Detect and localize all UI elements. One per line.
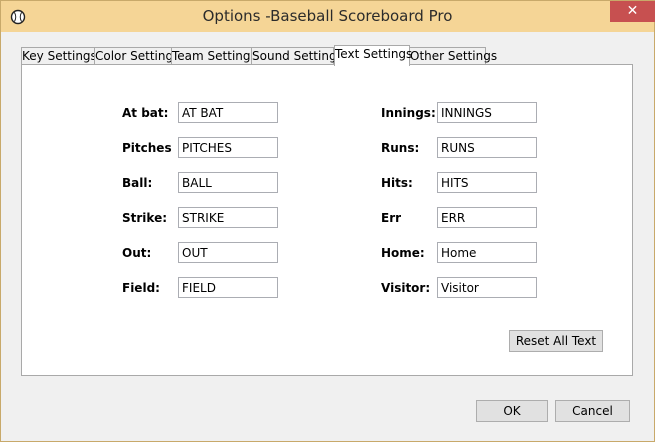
visitor-field[interactable] xyxy=(437,277,537,298)
strike-label: Strike: xyxy=(122,211,168,225)
tab-team-settings[interactable]: Team Settings xyxy=(171,47,257,65)
window-title: Options -Baseball Scoreboard Pro xyxy=(202,7,453,25)
close-button[interactable]: ✕ xyxy=(610,1,655,22)
tab-color-settings[interactable]: Color Settings xyxy=(94,47,179,65)
close-icon: ✕ xyxy=(626,3,639,19)
home-label: Home: xyxy=(381,246,425,260)
innings-label: Innings: xyxy=(381,106,436,120)
ball-label: Ball: xyxy=(122,176,153,190)
hits-field[interactable] xyxy=(437,172,537,193)
visitor-label: Visitor: xyxy=(381,281,431,295)
at-bat-label: At bat: xyxy=(122,106,169,120)
hits-label: Hits: xyxy=(381,176,413,190)
tab-other-settings[interactable]: Other Settings xyxy=(409,47,497,65)
text-settings-panel: At bat: Pitches Ball: Strike: Out: Field… xyxy=(21,64,633,376)
tab-text-settings[interactable]: Text Settings xyxy=(334,45,412,66)
pitches-label: Pitches xyxy=(122,141,172,155)
runs-label: Runs: xyxy=(381,141,420,155)
ok-button[interactable]: OK xyxy=(476,400,548,422)
innings-field[interactable] xyxy=(437,102,537,123)
ball-field[interactable] xyxy=(178,172,278,193)
err-label: Err xyxy=(381,211,402,225)
strike-field[interactable] xyxy=(178,207,278,228)
options-window: Options -Baseball Scoreboard Pro ✕ Key S… xyxy=(0,0,655,442)
out-field[interactable] xyxy=(178,242,278,263)
err-field[interactable] xyxy=(437,207,537,228)
home-field[interactable] xyxy=(437,242,537,263)
cancel-button[interactable]: Cancel xyxy=(555,400,630,422)
tab-sound-settings[interactable]: Sound Settings xyxy=(251,47,343,65)
at-bat-field[interactable] xyxy=(178,102,278,123)
field-label: Field: xyxy=(122,281,160,295)
reset-all-text-button[interactable]: Reset All Text xyxy=(509,330,603,352)
runs-field[interactable] xyxy=(437,137,537,158)
title-bar[interactable]: Options -Baseball Scoreboard Pro ✕ xyxy=(1,1,655,32)
tab-key-settings[interactable]: Key Settings xyxy=(21,47,97,65)
field-field[interactable] xyxy=(178,277,278,298)
pitches-field[interactable] xyxy=(178,137,278,158)
out-label: Out: xyxy=(122,246,152,260)
